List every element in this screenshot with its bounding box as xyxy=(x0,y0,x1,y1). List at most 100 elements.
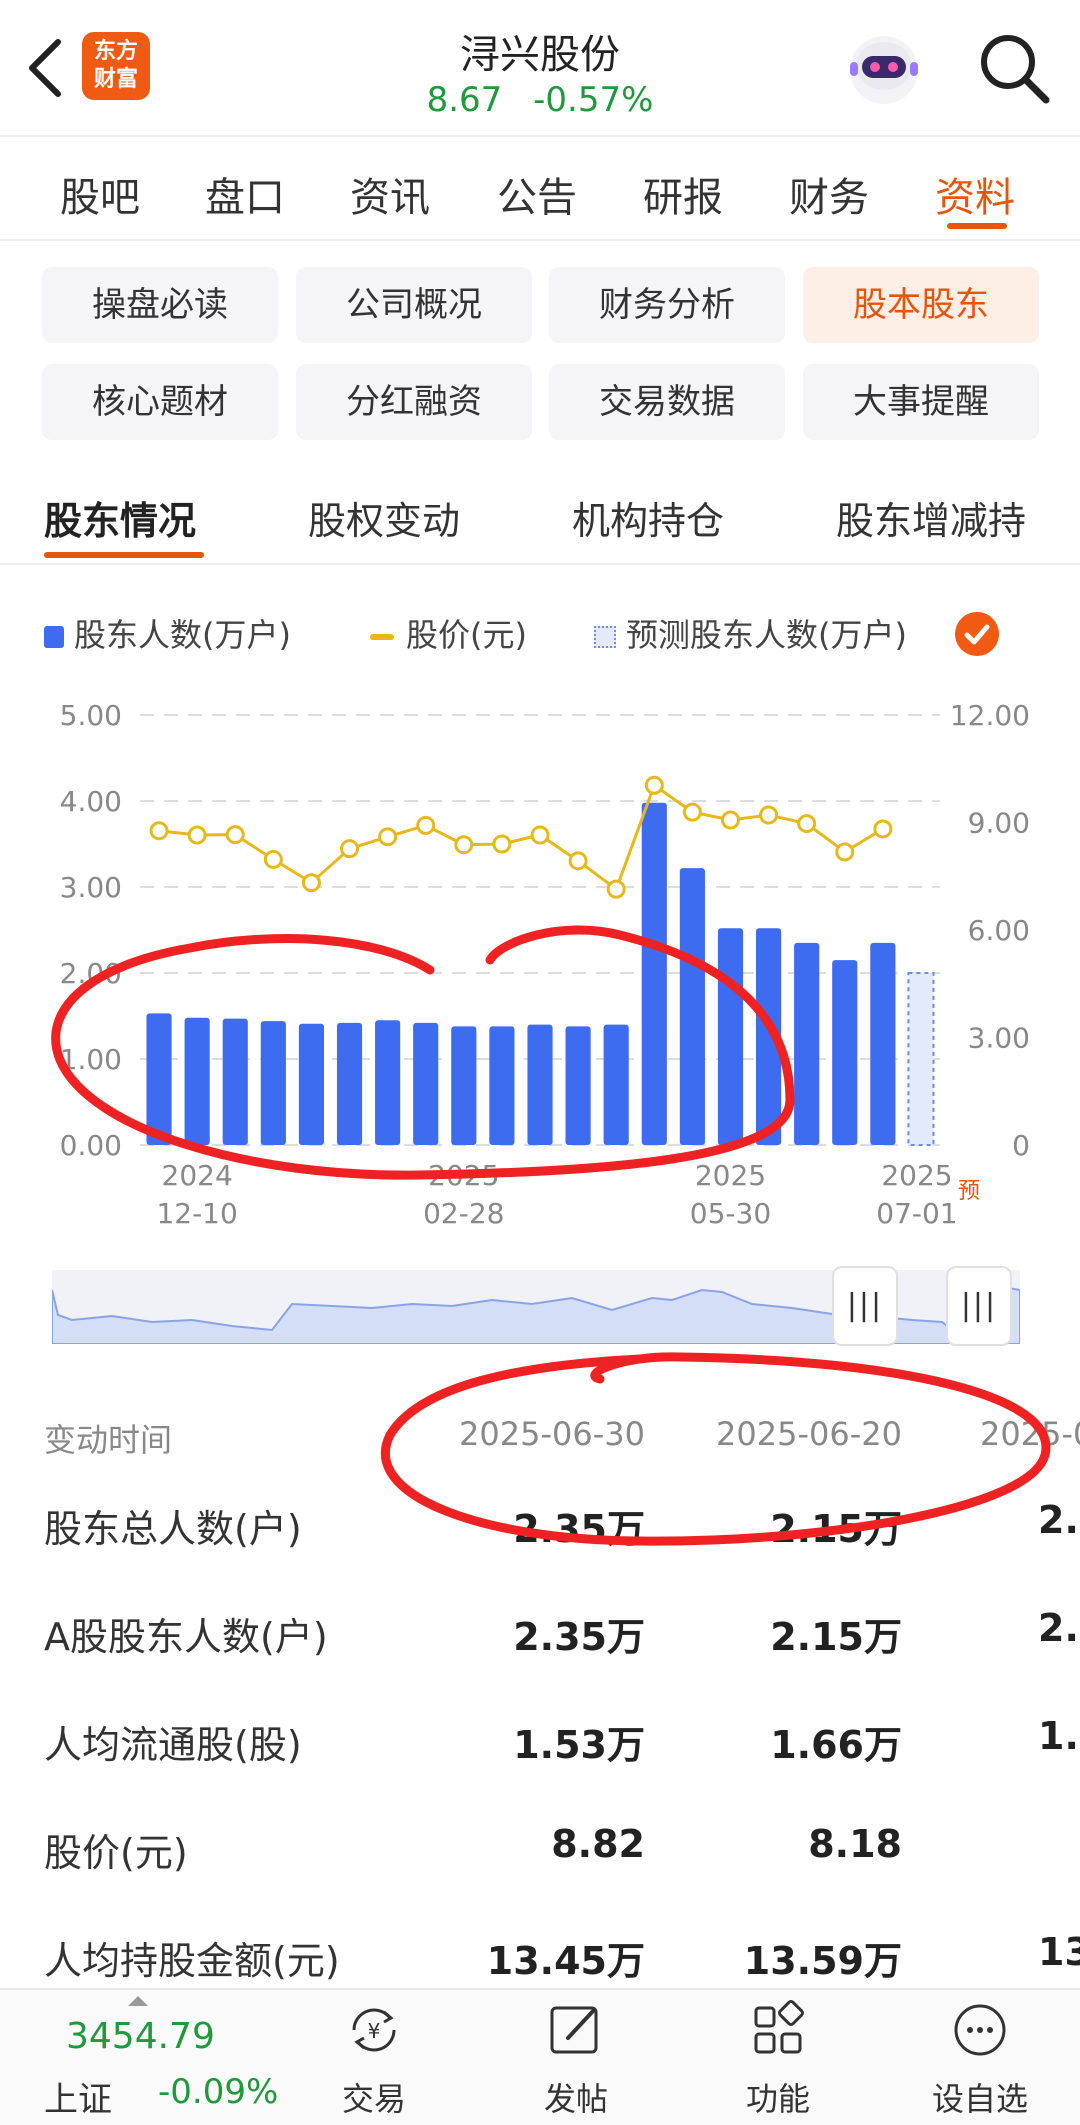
tab-news[interactable]: 资讯 xyxy=(350,165,430,223)
pill-dividends[interactable]: 分红融资 xyxy=(296,364,532,440)
pill-trading-guide[interactable]: 操盘必读 xyxy=(42,267,278,343)
pill-company-overview[interactable]: 公司概况 xyxy=(296,267,532,343)
price-point xyxy=(797,814,817,834)
nav-trade[interactable]: ¥ 交易 xyxy=(304,2000,444,2120)
index-value[interactable]: 3454.79 xyxy=(66,2016,215,2057)
subtab-shareholder-status[interactable]: 股东情况 xyxy=(44,490,196,545)
cell: 2.35万 xyxy=(513,1615,645,1659)
table-row[interactable]: A股股东人数(户) 2.35万 2.15万 2.3 xyxy=(0,1596,1080,1704)
bottom-nav-bar: 3454.79 上证 -0.09% ¥ 交易 发帖 功能 设自选 xyxy=(0,1988,1080,2125)
forecast-tag: 预 xyxy=(958,1179,980,1204)
bar xyxy=(298,1023,324,1145)
compose-icon xyxy=(550,2006,598,2054)
pill-trading-data[interactable]: 交易数据 xyxy=(549,364,785,440)
price-point xyxy=(187,825,207,845)
price-point xyxy=(720,810,740,830)
price-point xyxy=(263,849,283,869)
nav-add-watchlist[interactable]: 设自选 xyxy=(910,2000,1050,2120)
pill-core-themes[interactable]: 核心题材 xyxy=(42,364,278,440)
legend-holders[interactable]: 股东人数(万户) xyxy=(44,610,291,660)
tab-finance[interactable]: 财务 xyxy=(789,165,869,223)
trade-icon: ¥ xyxy=(352,2008,396,2052)
nav-label: 发帖 xyxy=(543,2080,608,2118)
subtab-institutional-holdings[interactable]: 机构持仓 xyxy=(572,490,724,545)
subtab-indicator xyxy=(44,552,204,558)
price-point xyxy=(340,839,360,859)
pill-events[interactable]: 大事提醒 xyxy=(803,364,1039,440)
pill-financial-analysis[interactable]: 财务分析 xyxy=(549,267,785,343)
table-row[interactable]: 人均流通股(股) 1.53万 1.66万 1.5 xyxy=(0,1704,1080,1812)
stock-change-pct: -0.57% xyxy=(533,80,654,120)
pill-shareholders[interactable]: 股本股东 xyxy=(803,267,1039,343)
bar xyxy=(451,1026,477,1145)
tab-research[interactable]: 研报 xyxy=(643,165,723,223)
x-tick-date: 02-28 xyxy=(423,1197,504,1230)
bar xyxy=(146,1013,172,1145)
cell: 13.59万 xyxy=(743,1939,902,1983)
x-tick-date: 05-30 xyxy=(690,1197,771,1230)
line-swatch xyxy=(370,634,394,640)
subtab-holder-changes[interactable]: 股东增减持 xyxy=(836,490,1026,545)
tab-pankou[interactable]: 盘口 xyxy=(205,165,285,223)
tab-profile[interactable]: 资料 xyxy=(935,165,1015,223)
bar xyxy=(413,1022,439,1145)
bar xyxy=(260,1021,286,1145)
right-axis: 0 3.00 6.00 9.00 12.00 xyxy=(950,699,1030,1162)
price-point xyxy=(759,805,779,825)
price-point xyxy=(606,879,626,899)
expand-caret-icon[interactable] xyxy=(128,1996,148,2006)
cell: 2.15万 xyxy=(770,1615,902,1659)
right-tick-label: 9.00 xyxy=(968,807,1030,840)
bar xyxy=(794,942,820,1145)
index-name[interactable]: 上证 xyxy=(44,2072,112,2121)
price-point xyxy=(454,835,474,855)
back-arrow-icon[interactable] xyxy=(22,36,66,100)
legend-forecast[interactable]: 预测股东人数(万户) xyxy=(594,610,907,660)
stock-name: 浔兴股份 xyxy=(460,32,620,78)
nav-label: 交易 xyxy=(341,2080,406,2118)
row-label: 人均持股金额(元) xyxy=(44,1939,340,1983)
cell: 2.3 xyxy=(1038,1606,1080,1650)
forecast-bar xyxy=(907,972,935,1146)
bar-swatch xyxy=(44,626,64,648)
subtab-equity-changes[interactable]: 股权变动 xyxy=(308,490,460,545)
range-handle-left[interactable]: ||| xyxy=(832,1266,898,1346)
price-point xyxy=(301,873,321,893)
more-icon xyxy=(954,2004,1006,2056)
stock-price: 8.67 xyxy=(426,80,503,120)
cell: 8.82 xyxy=(551,1822,645,1866)
shareholder-chart: 0.001.002.003.004.005.00 03.006.009.0012… xyxy=(51,699,1030,1230)
price-point xyxy=(682,802,702,822)
nav-features[interactable]: 功能 xyxy=(708,2000,848,2120)
row-label: A股股东人数(户) xyxy=(44,1615,328,1659)
index-change[interactable]: -0.09% xyxy=(158,2072,278,2112)
table-row[interactable]: 股价(元) 8.82 8.18 xyxy=(0,1812,1080,1920)
price-point xyxy=(149,821,169,841)
price-point xyxy=(492,834,512,854)
active-tab-indicator xyxy=(947,223,1007,229)
cell: 8.18 xyxy=(808,1822,902,1866)
apps-icon xyxy=(754,2000,804,2054)
price-point xyxy=(225,825,245,845)
tab-guba[interactable]: 股吧 xyxy=(60,165,140,223)
bar xyxy=(375,1020,401,1145)
bar xyxy=(184,1017,210,1145)
bar xyxy=(222,1018,248,1145)
annotation-ellipse xyxy=(380,1352,1051,1546)
legend-price[interactable]: 股价(元) xyxy=(370,610,527,660)
checkmark-icon[interactable] xyxy=(955,612,999,656)
range-slider[interactable]: ||| ||| xyxy=(52,1266,1020,1346)
search-icon[interactable] xyxy=(976,30,1052,106)
bar xyxy=(336,1022,363,1145)
range-handle-right[interactable]: ||| xyxy=(946,1266,1012,1346)
nav-label: 设自选 xyxy=(931,2080,1028,2118)
bar xyxy=(603,1024,629,1145)
forecast-series xyxy=(907,972,935,1146)
left-tick-label: 0.00 xyxy=(60,1129,122,1162)
bar xyxy=(870,942,896,1145)
nav-post[interactable]: 发帖 xyxy=(506,2000,646,2120)
row-label: 人均流通股(股) xyxy=(44,1723,302,1767)
robot-assistant-icon[interactable] xyxy=(842,26,926,110)
tab-announcements[interactable]: 公告 xyxy=(497,165,577,223)
cell: 13.7 xyxy=(1038,1930,1080,1974)
